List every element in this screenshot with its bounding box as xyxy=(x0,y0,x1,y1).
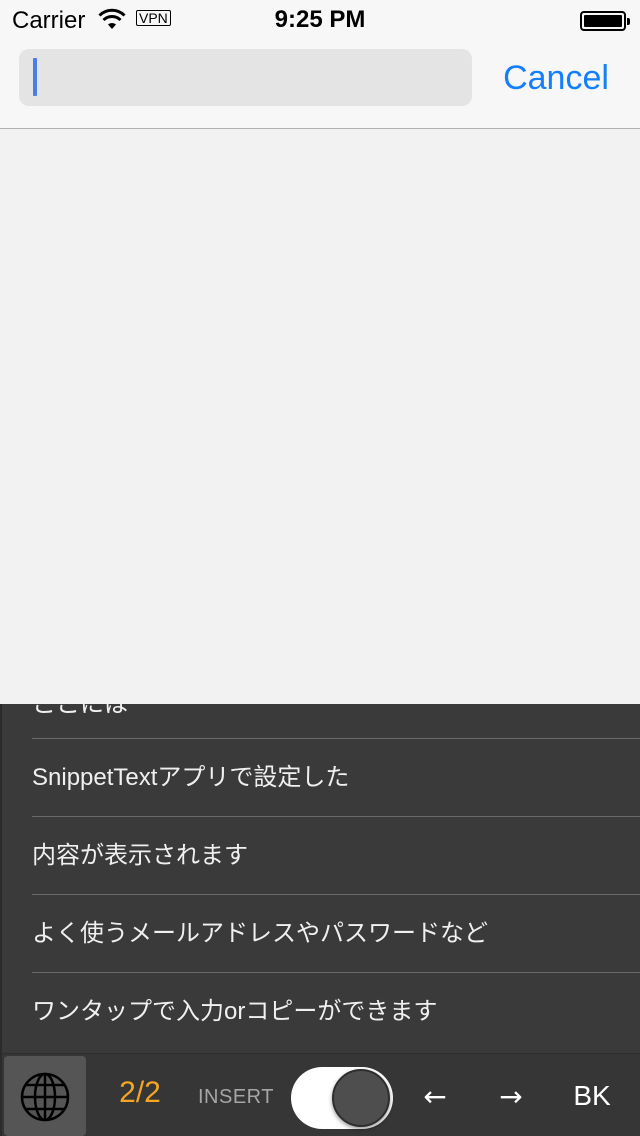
battery-icon xyxy=(580,11,630,31)
toggle-knob xyxy=(332,1069,390,1127)
snippet-item[interactable]: 内容が表示されます xyxy=(32,816,640,894)
cursor-left-button[interactable]: ← xyxy=(410,1074,460,1118)
snippet-item[interactable]: よく使うメールアドレスやパスワードなど xyxy=(32,894,640,972)
backspace-button[interactable]: BK xyxy=(562,1074,622,1118)
cancel-button[interactable]: Cancel xyxy=(488,56,624,100)
insert-label: INSERT xyxy=(198,1086,274,1108)
page-indicator[interactable]: 2/2 xyxy=(112,1076,168,1110)
text-cursor xyxy=(33,58,37,96)
snippet-item[interactable]: ワンタップで入力orコピーができます xyxy=(32,972,640,1050)
snippet-keyboard: ここには SnippetTextアプリで設定した 内容が表示されます よく使うメ… xyxy=(0,704,640,1136)
search-header: Carrier VPN 9:25 PM Cancel xyxy=(0,0,640,129)
screen: Carrier VPN 9:25 PM Cancel ここには SnippetT… xyxy=(0,0,640,1136)
globe-icon xyxy=(20,1072,70,1122)
insert-toggle[interactable] xyxy=(291,1067,393,1129)
status-bar: Carrier VPN 9:25 PM xyxy=(0,0,640,40)
search-input[interactable] xyxy=(19,49,472,106)
status-time: 9:25 PM xyxy=(274,6,366,33)
snippet-item[interactable]: SnippetTextアプリで設定した xyxy=(32,738,640,816)
next-keyboard-button[interactable] xyxy=(4,1056,86,1136)
cursor-right-button[interactable]: → xyxy=(486,1074,536,1118)
snippet-list: ここには SnippetTextアプリで設定した 内容が表示されます よく使うメ… xyxy=(2,704,640,1052)
keyboard-toolbar: 2/2 INSERT ← → BK xyxy=(2,1053,640,1136)
